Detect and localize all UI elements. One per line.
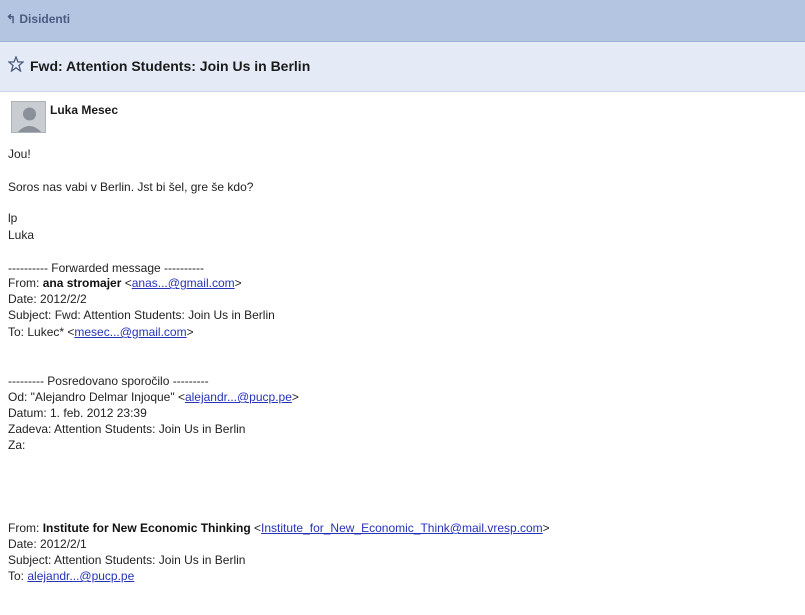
from-name: Institute for New Economic Thinking (42, 521, 251, 535)
person-icon (12, 102, 45, 132)
to-email-link[interactable]: mesec...@gmail.com (74, 325, 186, 339)
from-email-link[interactable]: anas...@gmail.com (132, 276, 235, 290)
greeting-text: Jou! (8, 147, 31, 161)
forwarded-separator: ---------- Forwarded message ---------- (8, 261, 204, 275)
from-name: ana stromajer (42, 276, 122, 290)
forward3-subject: Subject: Attention Students: Join Us in … (8, 553, 246, 567)
od-email-link[interactable]: alejandr...@pucp.pe (185, 390, 292, 404)
forward1-from: From: ana stromajer <anas...@gmail.com> (8, 276, 242, 290)
posredovano-separator: --------- Posredovano sporočilo --------… (8, 374, 209, 388)
star-icon[interactable] (8, 56, 24, 72)
body-text: Soros nas vabi v Berlin. Jst bi šel, gre… (8, 180, 254, 194)
forward1-to: To: Lukec* <mesec...@gmail.com> (8, 325, 194, 339)
back-link[interactable]: ↰ Disidenti (6, 12, 70, 26)
forward3-from: From: Institute for New Economic Thinkin… (8, 521, 550, 535)
sender-name[interactable]: Luka Mesec (50, 103, 118, 117)
email-subject: Fwd: Attention Students: Join Us in Berl… (30, 58, 311, 74)
closing-line-1: lp (8, 211, 18, 225)
forward3-to: To: alejandr...@pucp.pe (8, 569, 134, 583)
forward2-date: Datum: 1. feb. 2012 23:39 (8, 406, 147, 420)
from-email-link[interactable]: Institute_for_New_Economic_Think@mail.vr… (261, 521, 543, 535)
to-email-link[interactable]: alejandr...@pucp.pe (27, 569, 134, 583)
subject-bar: Fwd: Attention Students: Join Us in Berl… (0, 42, 805, 92)
to-prefix: To: (8, 569, 25, 583)
forward3-date: Date: 2012/2/1 (8, 537, 87, 551)
back-label: Disidenti (19, 12, 71, 26)
forward2-to: Za: (8, 438, 26, 452)
to-prefix: To: Lukec* (8, 325, 65, 339)
top-bar: ↰ Disidenti (0, 0, 805, 42)
od-prefix: Od: "Alejandro Delmar Injoque" (8, 390, 175, 404)
avatar (11, 101, 46, 133)
from-prefix: From: (8, 521, 40, 535)
from-prefix: From: (8, 276, 40, 290)
forward1-date: Date: 2012/2/2 (8, 292, 87, 306)
forward2-from: Od: "Alejandro Delmar Injoque" <alejandr… (8, 390, 299, 404)
forward2-subject: Zadeva: Attention Students: Join Us in B… (8, 422, 246, 436)
forward1-subject: Subject: Fwd: Attention Students: Join U… (8, 308, 275, 322)
closing-line-2: Luka (8, 228, 35, 242)
